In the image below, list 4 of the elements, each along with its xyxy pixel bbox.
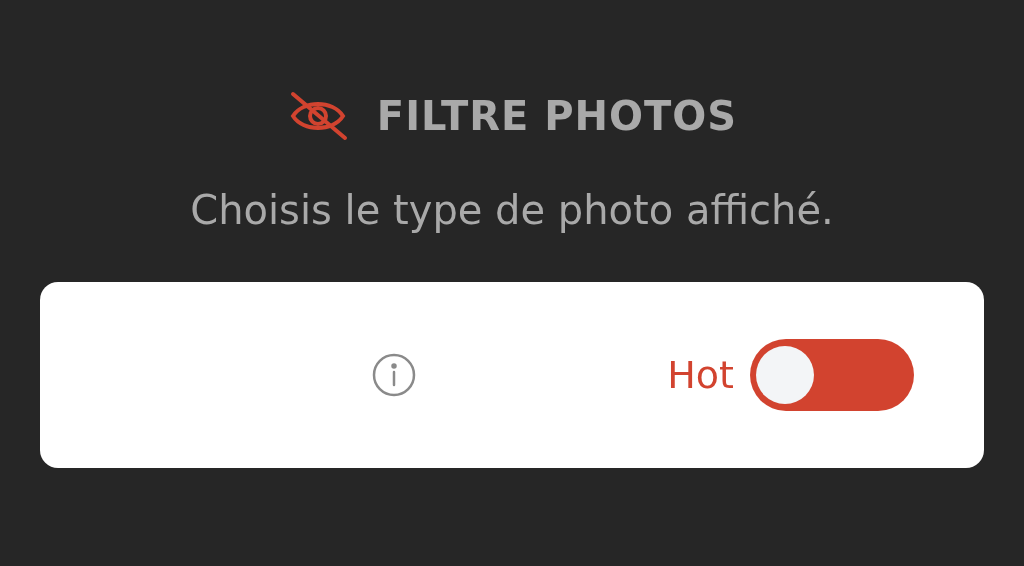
info-icon[interactable] xyxy=(371,352,418,398)
panel-subtitle: Choisis le type de photo affiché. xyxy=(190,186,834,235)
panel-title: FILTRE PHOTOS xyxy=(376,92,738,141)
filter-label: Hot xyxy=(667,351,734,399)
